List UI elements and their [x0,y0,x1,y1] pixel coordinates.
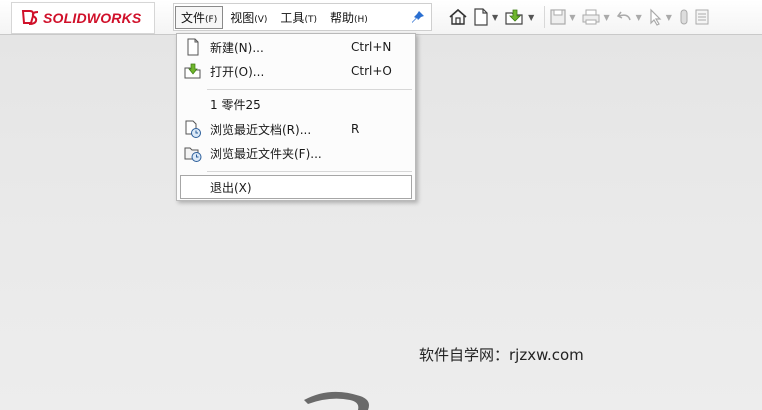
open-icon [184,63,201,79]
menu-item-new[interactable]: 新建(N)... Ctrl+N [180,35,412,59]
menu-item-label: 新建(N)... [210,40,264,55]
file-menu-dropdown: 新建(N)... Ctrl+N 打开(O)... Ctrl+O 1 零件25 浏… [176,33,416,201]
select-icon[interactable] [648,8,664,26]
menu-item-browse-recent-documents[interactable]: 浏览最近文档(R)... R [180,117,412,141]
menu-item-exit[interactable]: 退出(X) [180,175,412,199]
menu-file[interactable]: 文件(F) [175,5,224,29]
toolbar-separator [544,6,546,28]
pin-icon[interactable] [411,10,425,24]
menu-item-recent-part[interactable]: 1 零件25 [180,92,412,116]
new-document-icon[interactable] [472,7,490,27]
menu-item-label: 浏览最近文档(R)... [210,122,312,137]
home-icon[interactable] [448,7,468,27]
print-icon[interactable] [581,8,601,26]
top-bar: SOLIDWORKS 文件(F) 视图(V) 工具(T) 帮助(H) ▼ ▼ ▼… [0,0,762,35]
recent-folders-icon [184,147,202,162]
options-icon[interactable] [694,8,710,26]
undo-dropdown-caret[interactable]: ▼ [636,13,642,22]
menu-tools[interactable]: 工具(T) [274,6,323,29]
recent-documents-icon [185,120,201,138]
shortcut-text: R [351,122,360,136]
watermark-text: 软件自学网：rjzxw.com [419,346,584,364]
undo-icon[interactable] [616,8,634,26]
shortcut-text: Ctrl+N [351,40,392,54]
background-swirl-graphic [304,391,369,410]
menu-separator [207,89,412,90]
logo-text: SOLIDWORKS [43,10,142,26]
open-dropdown-caret[interactable]: ▼ [528,13,534,22]
select-dropdown-caret[interactable]: ▼ [666,13,672,22]
menu-view[interactable]: 视图(V) [224,6,273,29]
save-icon[interactable] [549,8,567,26]
menu-item-open[interactable]: 打开(O)... Ctrl+O [180,59,412,83]
shortcut-text: Ctrl+O [351,64,392,78]
menu-item-label: 浏览最近文件夹(F)... [210,146,322,161]
menu-help[interactable]: 帮助(H) [324,6,374,29]
open-icon[interactable] [504,7,526,27]
new-document-icon [187,38,199,56]
save-dropdown-caret[interactable]: ▼ [569,13,575,22]
new-dropdown-caret[interactable]: ▼ [492,13,498,22]
ds-logo-icon [21,10,39,25]
solidworks-logo[interactable]: SOLIDWORKS [11,2,155,34]
menu-item-label: 退出(X) [210,180,252,195]
menu-separator [207,171,412,172]
menu-item-browse-recent-folders[interactable]: 浏览最近文件夹(F)... [180,141,412,165]
standard-toolbar: ▼ ▼ ▼ ▼ ▼ ▼ [448,3,714,31]
menu-bar: 文件(F) 视图(V) 工具(T) 帮助(H) [173,3,432,31]
rebuild-icon[interactable] [678,8,690,26]
menu-item-label: 1 零件25 [210,97,261,112]
menu-item-label: 打开(O)... [210,64,265,79]
print-dropdown-caret[interactable]: ▼ [603,13,609,22]
